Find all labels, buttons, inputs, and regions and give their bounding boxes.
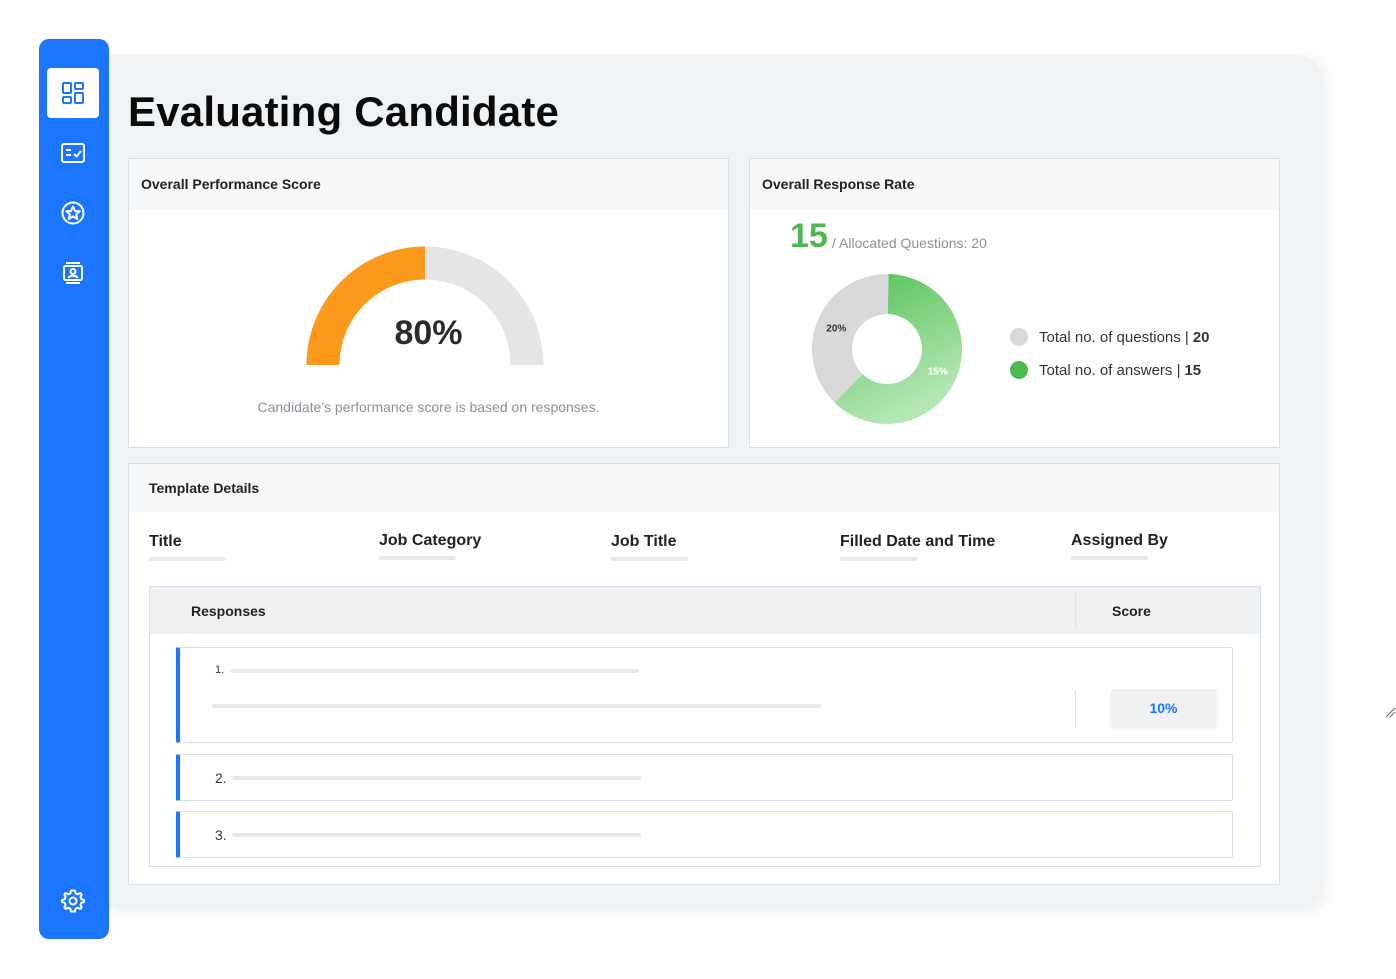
response-item[interactable]: 1. 10% [176,647,1233,743]
performance-caption: Candidate's performance score is based o… [257,399,600,415]
sidebar-item-settings[interactable] [47,876,99,926]
response-score-badge: 10% [1111,689,1216,726]
page-title: Evaluating Candidate [128,88,560,135]
performance-heading: Overall Performance Score [129,159,728,209]
response-item[interactable]: 3. [176,811,1233,858]
sidebar-item-profile[interactable] [47,248,99,298]
performance-score: 80% [394,314,463,352]
gear-icon [61,889,85,913]
column-filled-date: Filled Date and Time [840,533,995,561]
checklist-icon [61,143,85,163]
sidebar [39,39,109,939]
donut-label-questions: 20% [826,324,846,335]
sidebar-item-checklist[interactable] [47,128,99,178]
responses-column-header: Responses [191,603,266,619]
responses-table-header: Responses Score [150,587,1260,634]
template-details-card: Template Details Title Job Category Job … [128,463,1280,885]
sidebar-item-star[interactable] [47,188,99,238]
response-donut: 15% 20% [812,274,962,424]
response-number: 1. [215,664,225,676]
legend-answers: Total no. of answers | 15 [1010,361,1201,379]
response-number: 3. [215,827,227,843]
donut-label-answers: 15% [928,366,948,377]
response-item[interactable]: 2. [176,754,1233,801]
dashboard-icon [62,82,84,104]
star-badge-icon [61,201,85,225]
template-heading: Template Details [129,464,1279,512]
legend-questions: Total no. of questions | 20 [1010,328,1210,346]
response-rate-heading: Overall Response Rate [750,159,1279,209]
legend-questions-label: Total no. of questions | [1039,328,1189,346]
profile-card-icon [63,262,83,284]
column-job-title: Job Title [611,533,688,561]
legend-questions-value: 20 [1192,328,1210,346]
column-job-category: Job Category [379,532,481,560]
response-number: 2. [215,770,227,786]
response-rate-card: Overall Response Rate 15 / Allocated Que… [749,158,1280,448]
legend-answers-value: 15 [1184,361,1202,379]
performance-card: Overall Performance Score 80% Candidate'… [128,158,729,448]
sidebar-item-dashboard[interactable] [47,68,99,118]
legend-answers-label: Total no. of answers | [1039,361,1181,379]
score-column-header: Score [1112,603,1151,619]
resize-handle-icon [1385,707,1396,718]
column-title: Title [149,533,226,561]
legend-dot-answers [1010,361,1028,379]
column-assigned-by: Assigned By [1071,532,1168,560]
legend-dot-questions [1010,328,1028,346]
responses-table: Responses Score 1. 10% 2. 3. [149,586,1261,867]
